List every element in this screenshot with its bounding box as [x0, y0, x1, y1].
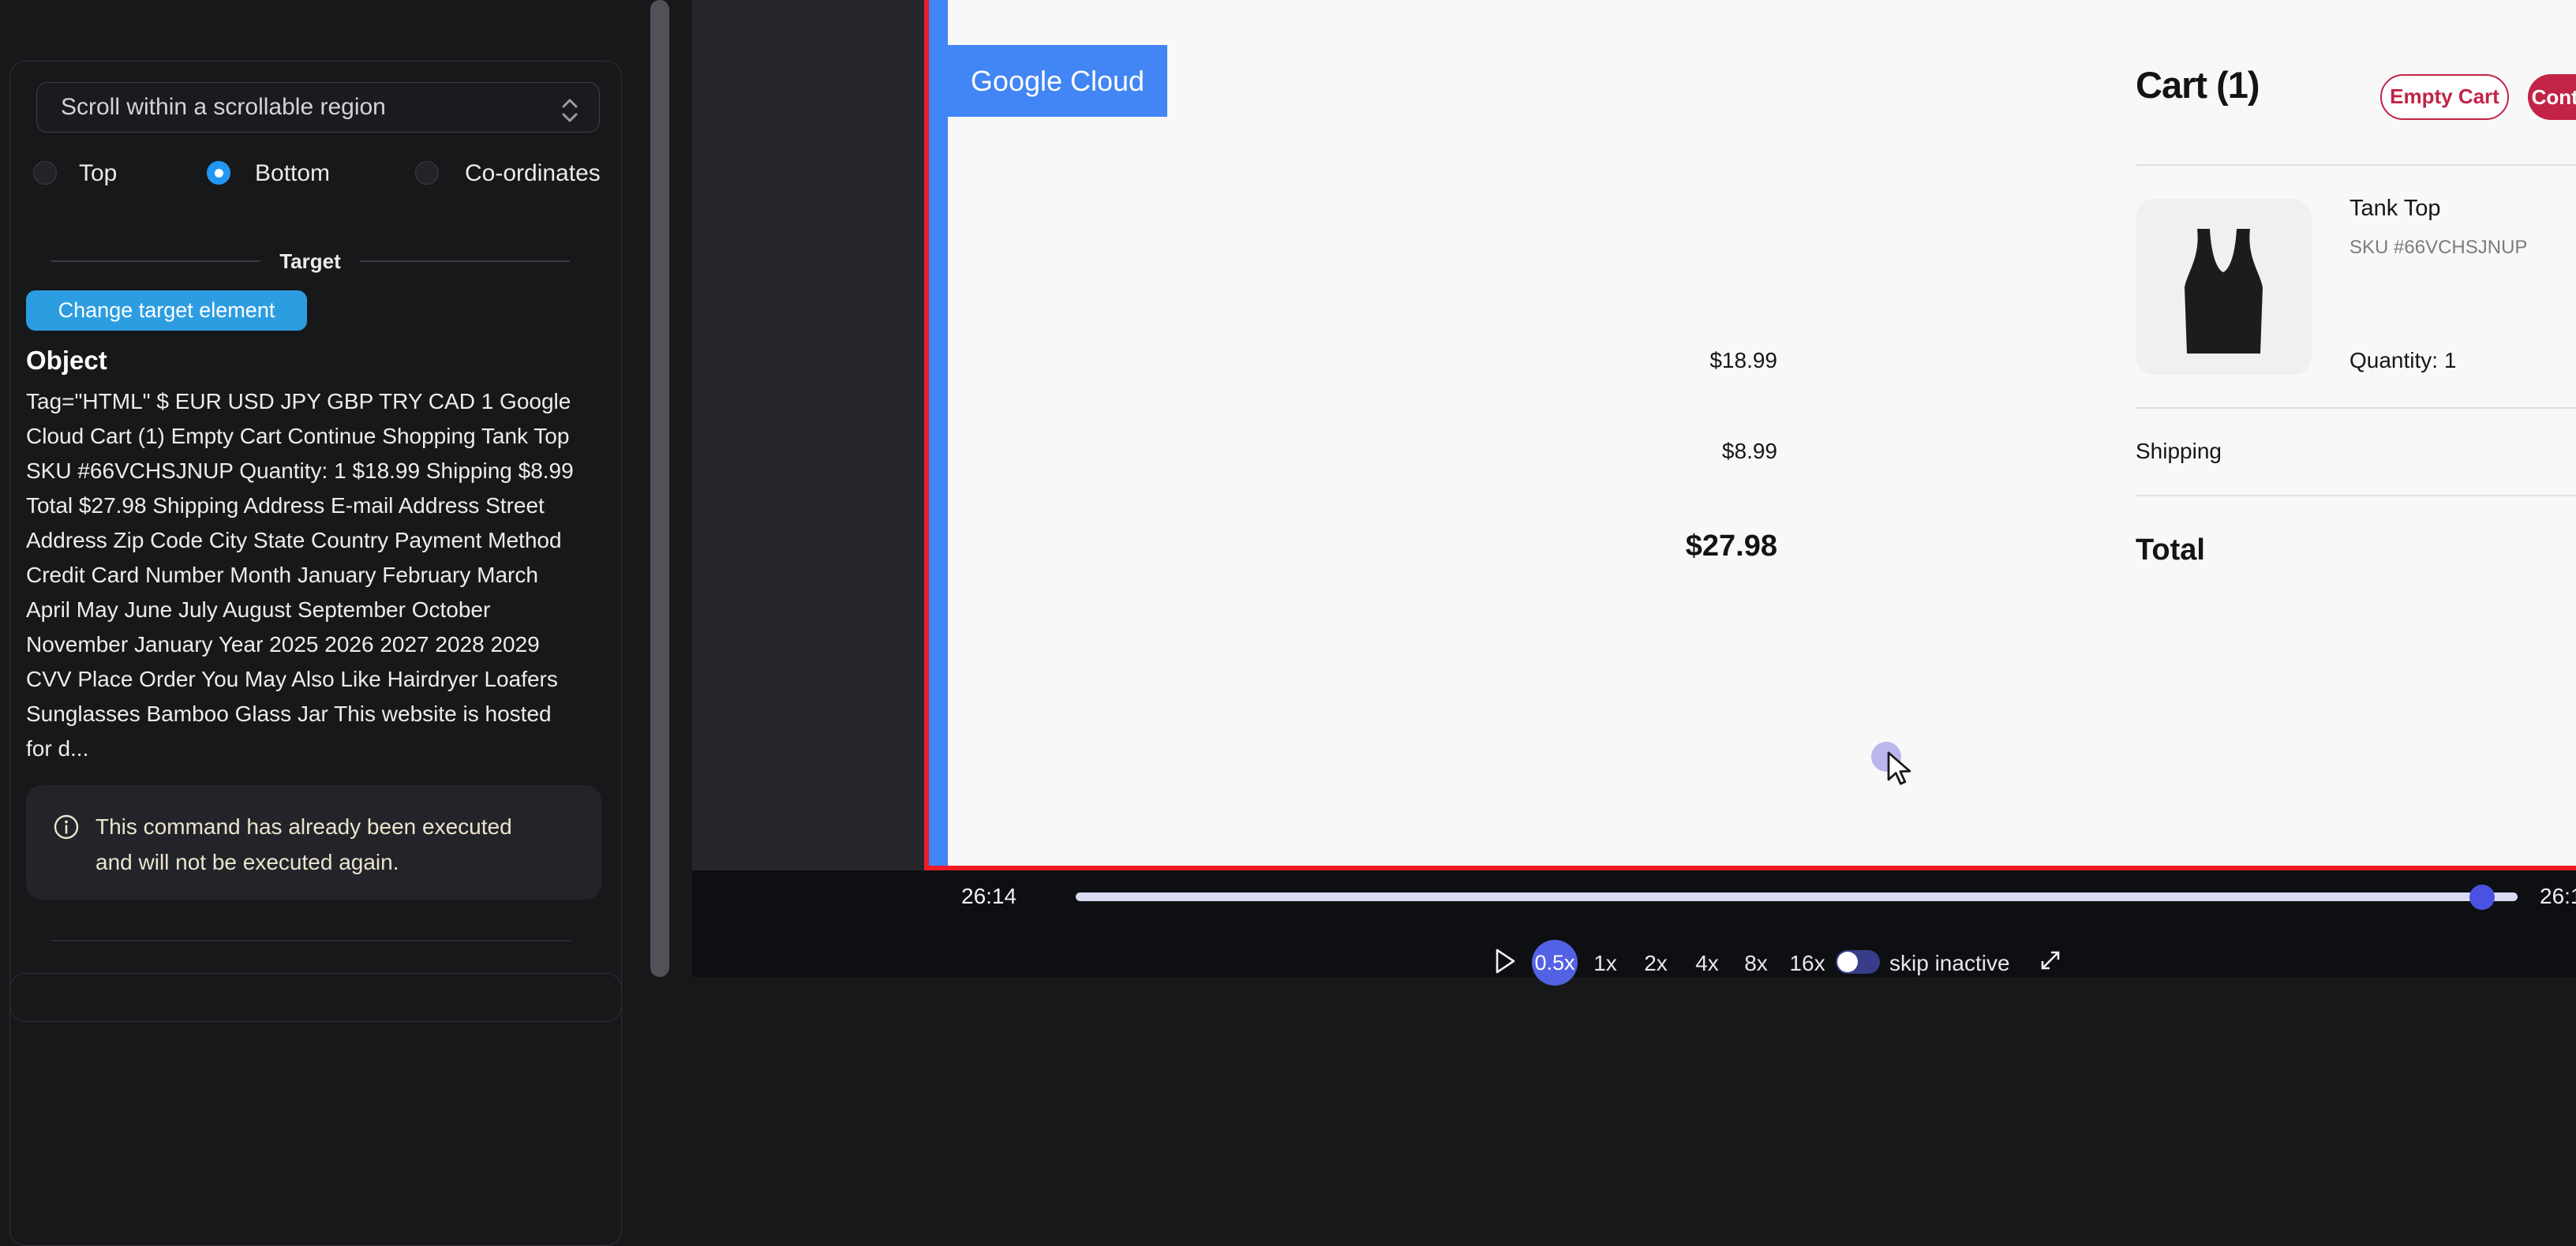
tank-top-silhouette [2185, 229, 2263, 354]
product-image-tank-top [2136, 199, 2312, 375]
command-select-value: Scroll within a scrollable region [61, 94, 386, 120]
speed-2x-button[interactable]: 2x [1638, 951, 1673, 976]
radio-top[interactable] [33, 161, 57, 185]
toggle-knob [1837, 952, 1858, 972]
object-heading: Object [26, 346, 107, 376]
target-divider-left [51, 260, 260, 262]
notice-box: This command has already been executed a… [26, 785, 601, 900]
cart-divider-1 [2136, 164, 2576, 166]
timeline-track[interactable] [1076, 892, 2518, 901]
radio-top-label: Top [79, 161, 117, 186]
info-icon [53, 814, 80, 844]
speed-1x-button[interactable]: 1x [1588, 951, 1623, 976]
radio-coordinates[interactable] [415, 161, 439, 185]
total-price: $27.98 [1686, 529, 1777, 563]
radio-bottom[interactable] [207, 161, 230, 185]
panel-bottom-divider [51, 940, 571, 941]
product-quantity: Quantity: 1 [2349, 348, 2456, 373]
timeline-thumb[interactable] [2469, 885, 2495, 910]
panel-scrollbar[interactable] [650, 0, 669, 977]
product-name: Tank Top [2349, 196, 2441, 222]
speed-0-5x-button[interactable]: 0.5x [1532, 940, 1578, 986]
product-price: $18.99 [1709, 348, 1777, 373]
cart-divider-3 [2136, 495, 2576, 496]
target-section-label: Target [260, 249, 360, 274]
product-sku: SKU #66VCHSJNUP [2349, 237, 2527, 259]
mouse-cursor-icon [1885, 751, 1917, 791]
radio-coordinates-label: Co-ordinates [465, 161, 601, 186]
shipping-label: Shipping [2136, 439, 2222, 464]
replay-background [692, 0, 924, 870]
next-command-card-edge [9, 973, 622, 1022]
speed-16x-button[interactable]: 16x [1782, 951, 1833, 976]
skip-inactive-toggle[interactable] [1836, 950, 1880, 974]
command-panel: Scroll within a scrollable region Top Bo… [0, 0, 692, 977]
replayed-webpage: Cart (1) Empty Cart Continue Shopping Ta… [948, 0, 2576, 866]
speed-8x-button[interactable]: 8x [1739, 951, 1773, 976]
play-button[interactable] [1494, 948, 1516, 978]
google-cloud-badge: Google Cloud [948, 45, 1167, 117]
fullscreen-icon[interactable] [2036, 946, 2065, 978]
target-divider-right [360, 260, 570, 262]
speed-4x-button[interactable]: 4x [1690, 951, 1724, 976]
chevron-updown-icon [560, 94, 580, 142]
current-time: 26:14 [961, 884, 1017, 909]
object-description: Tag="HTML" $ EUR USD JPY GBP TRY CAD 1 G… [26, 384, 583, 766]
radio-bottom-label: Bottom [255, 161, 330, 186]
shipping-price: $8.99 [1722, 439, 1777, 464]
cart-title: Cart (1) [2136, 63, 2260, 107]
scroll-position-radios: Top Bottom Co-ordinates [33, 161, 601, 186]
command-select[interactable]: Scroll within a scrollable region [36, 82, 600, 133]
notice-text: This command has already been executed a… [95, 809, 522, 880]
total-label: Total [2136, 533, 2205, 567]
continue-shopping-button[interactable]: Continue Shopping [2528, 74, 2576, 120]
change-target-button[interactable]: Change target element [26, 290, 307, 331]
end-time: 26:1 [2540, 884, 2576, 909]
skip-inactive-label: skip inactive [1889, 951, 2010, 976]
google-cloud-ribbon-strip [929, 0, 948, 866]
cart-divider-2 [2136, 407, 2576, 409]
empty-cart-button[interactable]: Empty Cart [2380, 74, 2509, 120]
